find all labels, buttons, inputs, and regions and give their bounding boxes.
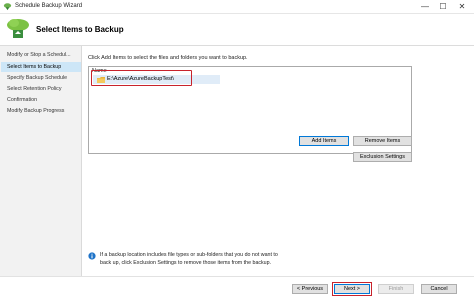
exclusion-settings-button[interactable]: Exclusion Settings	[353, 152, 412, 162]
item-highlight-box	[91, 70, 192, 86]
page-title: Select Items to Backup	[36, 25, 124, 34]
cancel-button[interactable]: Cancel	[421, 284, 457, 294]
step-modify-progress[interactable]: Modify Backup Progress	[1, 106, 81, 116]
close-button[interactable]: ✕	[455, 1, 469, 12]
backup-app-icon	[3, 3, 12, 11]
step-select-items[interactable]: Select Items to Backup	[1, 62, 81, 72]
info-icon	[88, 252, 96, 260]
info-line-2: back up, click Exclusion Settings to rem…	[100, 260, 272, 266]
step-specify-schedule[interactable]: Specify Backup Schedule	[1, 73, 81, 83]
wizard-steps-sidebar: Modify or Stop a Schedul... Select Items…	[0, 46, 82, 276]
next-highlight-box	[332, 282, 372, 296]
title-bar: Schedule Backup Wizard — ☐ ✕	[0, 0, 474, 14]
remove-items-button[interactable]: Remove Items	[353, 136, 412, 146]
finish-button[interactable]: Finish	[378, 284, 414, 294]
maximize-button[interactable]: ☐	[436, 1, 450, 12]
window-title: Schedule Backup Wizard	[15, 3, 83, 9]
minimize-button[interactable]: —	[418, 1, 432, 12]
add-items-button[interactable]: Add Items	[299, 136, 349, 146]
step-modify-schedule[interactable]: Modify or Stop a Schedul...	[1, 50, 81, 60]
cloud-backup-icon	[7, 19, 29, 38]
info-line-1: If a backup location includes file types…	[100, 252, 278, 258]
previous-button[interactable]: < Previous	[292, 284, 328, 294]
step-retention-policy[interactable]: Select Retention Policy	[1, 84, 81, 94]
instruction-text: Click Add Items to select the files and …	[88, 55, 248, 61]
exclusion-info-text: If a backup location includes file types…	[100, 251, 420, 267]
wizard-header: Select Items to Backup	[0, 14, 474, 46]
step-confirmation[interactable]: Confirmation	[1, 95, 81, 105]
